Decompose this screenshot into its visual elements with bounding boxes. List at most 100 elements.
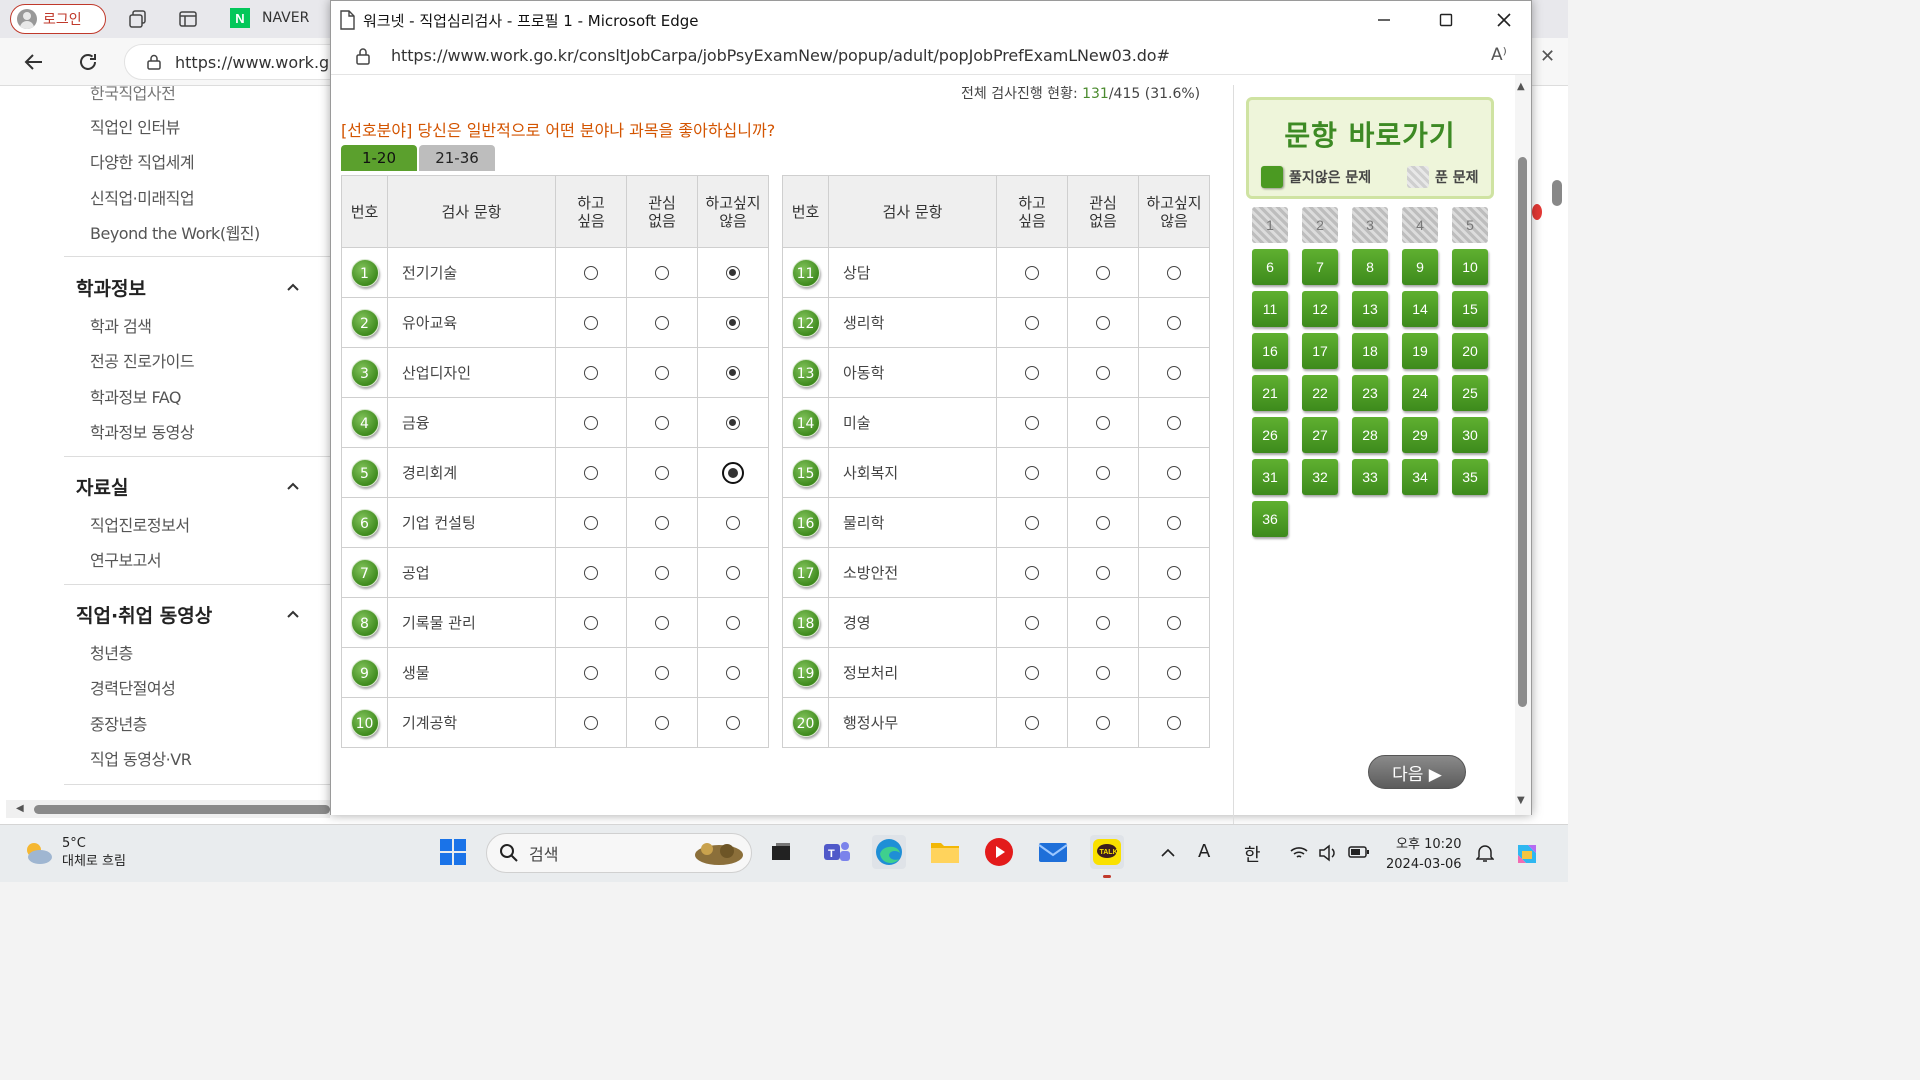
question-jump-button[interactable]: 6 [1252, 249, 1288, 285]
radio-neutral[interactable] [1096, 466, 1110, 480]
question-jump-button[interactable]: 13 [1352, 291, 1388, 327]
horizontal-scrollbar[interactable]: ◀ [6, 800, 330, 818]
sidebar-item[interactable]: 경력단절여성 [90, 675, 176, 699]
youtube-music-app[interactable] [982, 835, 1016, 869]
question-jump-button[interactable]: 1 [1252, 207, 1288, 243]
radio-neutral[interactable] [655, 516, 669, 530]
question-jump-button[interactable]: 22 [1302, 375, 1338, 411]
sidebar-item[interactable]: 학과정보 FAQ [90, 384, 181, 408]
radio-like[interactable] [1025, 266, 1039, 280]
next-button[interactable]: 다음 ▶ [1368, 755, 1466, 789]
radio-like[interactable] [584, 416, 598, 430]
question-jump-button[interactable]: 25 [1452, 375, 1488, 411]
radio-like[interactable] [584, 566, 598, 580]
popup-url[interactable]: https://www.work.go.kr/consltJobCarpa/jo… [391, 46, 1170, 65]
sidebar-item[interactable]: 신직업·미래직업 [90, 185, 195, 209]
scrollbar-thumb[interactable] [1552, 180, 1562, 206]
radio-like[interactable] [1025, 416, 1039, 430]
radio-like[interactable] [584, 316, 598, 330]
sidebar-item[interactable]: 직업 동영상·VR [90, 746, 192, 770]
tab-21-36[interactable]: 21-36 [419, 145, 495, 171]
radio-dislike[interactable] [1167, 266, 1181, 280]
radio-dislike[interactable] [1167, 616, 1181, 630]
radio-dislike[interactable] [726, 666, 740, 680]
login-profile-button[interactable]: 로그인 [10, 4, 106, 34]
mail-app[interactable] [1036, 835, 1070, 869]
radio-neutral[interactable] [1096, 566, 1110, 580]
question-jump-button[interactable]: 29 [1402, 417, 1438, 453]
read-aloud-icon[interactable]: A⁾ [1491, 45, 1507, 65]
kakaotalk-app[interactable]: TALK [1090, 835, 1124, 869]
reload-icon[interactable] [76, 50, 100, 74]
system-clock[interactable]: 오후 10:20 2024-03-06 [1386, 835, 1462, 875]
question-jump-button[interactable]: 8 [1352, 249, 1388, 285]
question-jump-button[interactable]: 26 [1252, 417, 1288, 453]
chevron-up-icon[interactable] [1160, 847, 1176, 859]
question-jump-button[interactable]: 34 [1402, 459, 1438, 495]
sidebar-item[interactable]: 전공 진로가이드 [90, 348, 195, 372]
ime-mode-a[interactable]: A [1198, 841, 1210, 862]
radio-like[interactable] [584, 616, 598, 630]
weather-widget[interactable]: 5°C 대체로 흐림 [22, 835, 126, 871]
radio-dislike[interactable] [1167, 516, 1181, 530]
radio-dislike[interactable] [726, 716, 740, 730]
scrollbar-thumb[interactable] [1518, 157, 1527, 707]
notification-bell-icon[interactable] [1476, 843, 1494, 863]
question-jump-button[interactable]: 10 [1452, 249, 1488, 285]
copilot-icon[interactable] [1512, 839, 1542, 869]
scroll-down-icon[interactable]: ▼ [1517, 795, 1525, 806]
ime-mode-han[interactable]: 한 [1244, 841, 1261, 867]
radio-dislike[interactable] [726, 416, 740, 430]
close-button[interactable] [1481, 7, 1527, 33]
question-jump-button[interactable]: 12 [1302, 291, 1338, 327]
sidebar-section-heading[interactable]: 학과정보 [76, 274, 146, 301]
sidebar-item[interactable]: 학과 검색 [90, 313, 152, 337]
question-jump-button[interactable]: 28 [1352, 417, 1388, 453]
radio-dislike[interactable] [726, 516, 740, 530]
back-arrow-icon[interactable] [22, 50, 46, 74]
radio-dislike[interactable] [1167, 366, 1181, 380]
radio-neutral[interactable] [1096, 516, 1110, 530]
radio-like[interactable] [1025, 666, 1039, 680]
minimize-button[interactable] [1361, 7, 1407, 33]
question-jump-button[interactable]: 14 [1402, 291, 1438, 327]
tab-actions-icon[interactable] [178, 9, 198, 29]
sidebar-item[interactable]: 연구보고서 [90, 547, 162, 571]
scroll-up-icon[interactable]: ▲ [1517, 81, 1525, 92]
start-button[interactable] [436, 835, 470, 869]
lock-icon[interactable] [355, 47, 371, 65]
battery-icon[interactable] [1348, 845, 1370, 859]
radio-dislike[interactable] [726, 616, 740, 630]
radio-neutral[interactable] [1096, 316, 1110, 330]
question-jump-button[interactable]: 31 [1252, 459, 1288, 495]
scrollbar-thumb[interactable] [34, 805, 330, 814]
radio-dislike[interactable] [726, 366, 740, 380]
question-jump-button[interactable]: 32 [1302, 459, 1338, 495]
sidebar-section-heading[interactable]: 자료실 [76, 473, 128, 500]
sidebar-item[interactable]: Beyond the Work(웹진) [90, 220, 260, 244]
radio-like[interactable] [1025, 466, 1039, 480]
maximize-button[interactable] [1423, 7, 1469, 33]
chevron-up-icon[interactable] [286, 607, 300, 621]
radio-dislike[interactable] [722, 461, 744, 484]
radio-neutral[interactable] [1096, 716, 1110, 730]
radio-neutral[interactable] [655, 466, 669, 480]
sidebar-item[interactable]: 다양한 직업세계 [90, 149, 195, 173]
sidebar-item[interactable]: 학과정보 동영상 [90, 419, 195, 443]
question-jump-button[interactable]: 15 [1452, 291, 1488, 327]
volume-icon[interactable] [1318, 844, 1338, 862]
sidebar-item[interactable]: 청년층 [90, 640, 133, 664]
question-jump-button[interactable]: 11 [1252, 291, 1288, 327]
question-jump-button[interactable]: 35 [1452, 459, 1488, 495]
radio-like[interactable] [1025, 716, 1039, 730]
question-jump-button[interactable]: 21 [1252, 375, 1288, 411]
radio-like[interactable] [584, 266, 598, 280]
radio-neutral[interactable] [1096, 366, 1110, 380]
radio-dislike[interactable] [726, 266, 740, 280]
radio-neutral[interactable] [655, 366, 669, 380]
radio-like[interactable] [584, 716, 598, 730]
radio-dislike[interactable] [1167, 416, 1181, 430]
question-jump-button[interactable]: 33 [1352, 459, 1388, 495]
question-jump-button[interactable]: 27 [1302, 417, 1338, 453]
chevron-up-icon[interactable] [286, 479, 300, 493]
